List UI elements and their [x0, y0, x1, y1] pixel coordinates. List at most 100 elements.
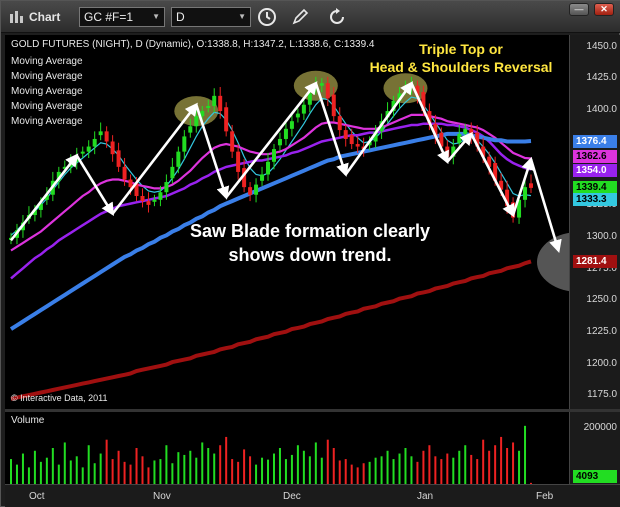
volume-bar	[470, 454, 473, 484]
volume-bar	[177, 452, 180, 484]
moving-average-legend: Moving Average Moving Average Moving Ave…	[11, 54, 83, 129]
candle-body	[110, 141, 115, 155]
candle-body	[307, 93, 312, 105]
volume-bar	[231, 459, 234, 484]
candle-body	[254, 184, 259, 195]
candle-body	[164, 182, 169, 193]
candle-body	[319, 83, 324, 86]
volume-bar	[195, 457, 198, 484]
candle-body	[445, 146, 450, 157]
candle-body	[80, 151, 85, 154]
moving-average-label[interactable]: Moving Average	[11, 54, 83, 69]
period-select[interactable]: D ▼	[171, 7, 251, 27]
volume-bar	[267, 459, 270, 484]
volume-bar	[440, 459, 443, 484]
moving-average-label[interactable]: Moving Average	[11, 69, 83, 84]
candle-body	[277, 138, 282, 146]
candle-body	[170, 166, 175, 179]
volume-bar	[398, 453, 401, 484]
saw-blade-arrow	[529, 158, 562, 254]
moving-average-label[interactable]: Moving Average	[11, 114, 83, 129]
volume-bar	[446, 453, 449, 484]
price-tick-label: 1175.0	[587, 389, 617, 401]
candle-body	[86, 146, 91, 152]
price-tick-label: 1400.0	[586, 104, 617, 116]
volume-bar	[404, 448, 407, 484]
clock-icon[interactable]	[256, 6, 278, 28]
volume-bar	[57, 464, 60, 484]
time-axis[interactable]: Oct Nov Dec Jan Feb	[5, 484, 620, 507]
volume-bar	[506, 448, 509, 484]
annotation-line: Triple Top or	[419, 41, 503, 57]
refresh-icon[interactable]	[326, 6, 348, 28]
chart-toolbar: Chart GC #F=1 ▼ D ▼ — ✕	[1, 1, 620, 33]
volume-bar	[362, 463, 365, 484]
price-tick-label: 1250.0	[586, 294, 617, 306]
price-tag: 1333.3	[573, 192, 617, 206]
pencil-icon[interactable]	[289, 6, 311, 28]
volume-bar	[33, 450, 36, 484]
chevron-down-icon[interactable]: ▼	[238, 12, 246, 21]
candle-body	[206, 105, 211, 108]
volume-bar	[249, 456, 252, 484]
volume-bar	[15, 464, 18, 484]
candle-body	[343, 130, 348, 139]
moving-average-label[interactable]: Moving Average	[11, 84, 83, 99]
volume-bar	[428, 445, 431, 484]
volume-bar	[237, 461, 240, 484]
volume-bar	[63, 442, 66, 484]
volume-chart-pane[interactable]: Volume	[5, 412, 569, 484]
candle-body	[457, 133, 462, 143]
period-value: D	[176, 10, 185, 24]
volume-bar	[392, 459, 395, 484]
moving-average-label[interactable]: Moving Average	[11, 99, 83, 114]
volume-bar	[302, 450, 305, 484]
symbol-input[interactable]: GC #F=1 ▼	[79, 7, 165, 27]
time-tick-label: Feb	[536, 491, 554, 502]
candle-body	[116, 150, 121, 167]
time-tick-label: Nov	[153, 491, 171, 502]
volume-bar	[225, 436, 228, 484]
candle-body	[295, 113, 300, 118]
volume-bar	[368, 461, 371, 484]
candle-body	[260, 174, 265, 181]
volume-bar	[153, 460, 156, 484]
volume-bar	[488, 450, 491, 484]
price-axis[interactable]: 1450.01425.01400.01375.01350.01325.01300…	[569, 35, 620, 409]
candle-body	[128, 179, 133, 188]
volume-bar	[272, 453, 275, 484]
minimize-button[interactable]: —	[569, 3, 589, 16]
volume-bar	[308, 456, 311, 484]
candle-body	[289, 121, 294, 129]
saw-blade-annotation: Saw Blade formation clearly shows down t…	[145, 219, 475, 267]
volume-bar	[159, 459, 162, 484]
chevron-down-icon[interactable]: ▼	[152, 12, 160, 21]
volume-bar	[410, 456, 413, 484]
volume-bar	[261, 457, 264, 484]
volume-axis[interactable]: 200000 4093	[569, 412, 620, 484]
volume-bar	[207, 448, 210, 484]
volume-bar	[99, 453, 102, 484]
time-tick-label: Oct	[29, 491, 45, 502]
candle-body	[331, 94, 336, 117]
candle-body	[529, 183, 533, 188]
price-tick-label: 1450.0	[586, 40, 617, 52]
volume-bar	[255, 464, 258, 484]
volume-bar	[344, 459, 347, 484]
candle-body	[325, 83, 330, 99]
volume-bar	[165, 445, 168, 484]
price-chart-pane[interactable]: GOLD FUTURES (NIGHT), D (Dynamic), O:133…	[5, 35, 569, 409]
annotation-line: shows down trend.	[228, 245, 392, 265]
volume-bar	[135, 448, 138, 484]
volume-bar	[476, 459, 479, 484]
chart-app-icon	[9, 10, 25, 29]
close-button[interactable]: ✕	[594, 3, 614, 16]
symbol-value: GC #F=1	[84, 10, 134, 24]
volume-bar	[147, 467, 150, 484]
volume-bar	[350, 464, 353, 484]
volume-bar	[10, 459, 12, 484]
volume-label: Volume	[11, 415, 45, 426]
price-tick-label: 1425.0	[586, 72, 617, 84]
price-tag: 1362.6	[573, 150, 617, 164]
price-tick-label: 1200.0	[586, 357, 617, 369]
